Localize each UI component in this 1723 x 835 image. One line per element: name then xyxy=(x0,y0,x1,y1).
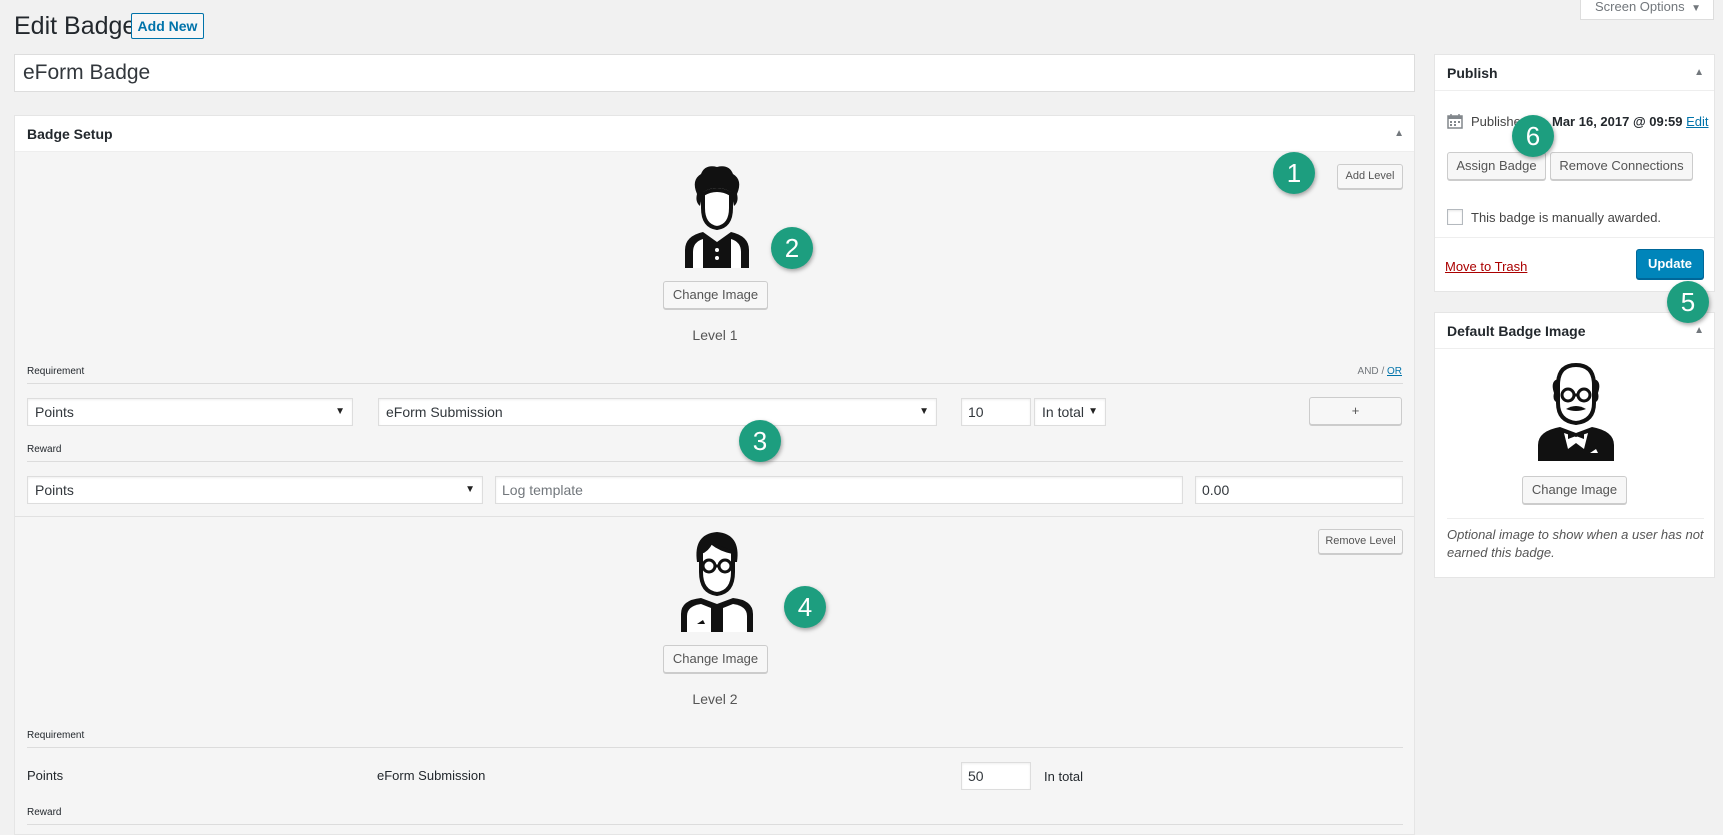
callout-marker-5: 5 xyxy=(1667,281,1709,323)
default-image-note: Optional image to show when a user has n… xyxy=(1447,527,1704,560)
manually-awarded-label: This badge is manually awarded. xyxy=(1471,210,1662,225)
reward-amount-input[interactable]: 0.00 xyxy=(1195,476,1403,504)
and-or-separator: / xyxy=(1381,366,1385,377)
publish-box: Publish ▲ Publishe Mar 16, 2017 @ 09:59 … xyxy=(1434,54,1715,292)
collapse-toggle-icon[interactable]: ▲ xyxy=(1694,67,1704,78)
log-template-input[interactable]: Log template xyxy=(495,476,1183,504)
published-date: Mar 16, 2017 @ 09:59 xyxy=(1552,114,1683,129)
caret-down-icon: ▼ xyxy=(1088,406,1098,417)
level-2-badge-image xyxy=(677,528,757,632)
level-separator xyxy=(15,516,1414,517)
callout-marker-1: 1 xyxy=(1273,152,1315,194)
curly-hair-person-icon xyxy=(685,166,749,268)
add-requirement-button[interactable]: + xyxy=(1309,397,1402,425)
default-image-title: Default Badge Image xyxy=(1447,323,1586,339)
callout-marker-6: 6 xyxy=(1512,115,1554,157)
divider xyxy=(27,747,1403,748)
screen-options-label: Screen Options xyxy=(1595,0,1685,14)
badge-setup-header[interactable]: Badge Setup ▲ xyxy=(15,116,1414,152)
level-2-requirement-amount-input[interactable]: 50 xyxy=(961,762,1031,790)
level-2-reward-label: Reward xyxy=(27,807,62,818)
caret-down-icon: ▼ xyxy=(1691,3,1701,14)
remove-connections-button[interactable]: Remove Connections xyxy=(1550,152,1693,180)
divider xyxy=(27,383,1403,384)
default-badge-image-box: Default Badge Image ▲ Change Image Optio… xyxy=(1434,312,1715,578)
level-1-reward-label: Reward xyxy=(27,444,62,455)
divider xyxy=(27,461,1403,462)
bald-glasses-person-icon xyxy=(1538,362,1614,461)
level-2-change-image-button[interactable]: Change Image xyxy=(663,645,768,673)
edit-date-link[interactable]: Edit xyxy=(1686,114,1708,129)
level-1-reward-type-select[interactable]: Points ▼ xyxy=(27,476,483,504)
and-or-toggle: AND / OR xyxy=(1358,366,1402,377)
or-link[interactable]: OR xyxy=(1387,366,1402,377)
add-level-button[interactable]: Add Level xyxy=(1337,164,1403,189)
screen-options-tab[interactable]: Screen Options ▼ xyxy=(1580,0,1714,20)
move-to-trash-link[interactable]: Move to Trash xyxy=(1445,259,1527,274)
and-label: AND xyxy=(1357,366,1379,377)
default-badge-image xyxy=(1536,359,1616,461)
level-1-requirement-label: Requirement xyxy=(27,366,85,377)
collapse-toggle-icon[interactable]: ▲ xyxy=(1394,128,1404,139)
callout-marker-3: 3 xyxy=(739,420,781,462)
publish-title: Publish xyxy=(1447,65,1498,81)
calendar-icon xyxy=(1447,113,1463,132)
level-2-requirement-label: Requirement xyxy=(27,730,85,741)
caret-down-icon: ▼ xyxy=(335,406,345,417)
add-new-button[interactable]: Add New xyxy=(131,13,204,39)
level-1-change-image-button[interactable]: Change Image xyxy=(663,281,768,309)
level-1-requirement-type-select[interactable]: Points ▼ xyxy=(27,398,353,426)
select-value: Points xyxy=(35,482,74,498)
divider xyxy=(1435,237,1714,238)
published-date-row: Mar 16, 2017 @ 09:59 Edit xyxy=(1552,114,1709,129)
level-1-label: Level 1 xyxy=(692,327,738,343)
default-image-header[interactable]: Default Badge Image ▲ xyxy=(1435,313,1714,349)
publish-header[interactable]: Publish ▲ xyxy=(1435,55,1714,91)
badge-setup-title: Badge Setup xyxy=(27,126,113,142)
page-title: Edit Badge xyxy=(14,12,137,40)
level-2-requirement-type: Points xyxy=(27,768,64,783)
select-value: Points xyxy=(35,404,74,420)
level-2-requirement-event: eForm Submission xyxy=(377,768,486,783)
level-1-requirement-amount-input[interactable]: 10 xyxy=(961,398,1031,426)
glasses-tie-person-icon xyxy=(681,532,753,632)
caret-down-icon: ▼ xyxy=(465,484,475,495)
divider xyxy=(1447,518,1704,519)
level-2-requirement-scope: In total xyxy=(1044,769,1084,784)
select-value: In total xyxy=(1042,404,1085,420)
caret-down-icon: ▼ xyxy=(919,406,929,417)
level-1-requirement-event-select[interactable]: eForm Submission ▼ xyxy=(378,398,937,426)
badge-setup-box: Badge Setup ▲ Add Level Change Image Lev… xyxy=(14,115,1415,835)
select-value: eForm Submission xyxy=(386,404,503,420)
manually-awarded-checkbox[interactable] xyxy=(1447,209,1463,225)
level-1-requirement-scope-select[interactable]: In total ▼ xyxy=(1034,398,1106,426)
update-button[interactable]: Update xyxy=(1636,249,1704,279)
level-1-badge-image xyxy=(681,164,753,268)
callout-marker-4: 4 xyxy=(784,586,826,628)
divider xyxy=(27,824,1403,825)
collapse-toggle-icon[interactable]: ▲ xyxy=(1694,325,1704,336)
level-2-label: Level 2 xyxy=(692,691,738,707)
default-change-image-button[interactable]: Change Image xyxy=(1522,476,1627,504)
remove-level-button[interactable]: Remove Level xyxy=(1318,529,1403,554)
badge-title-input[interactable]: eForm Badge xyxy=(14,54,1415,92)
callout-marker-2: 2 xyxy=(771,227,813,269)
